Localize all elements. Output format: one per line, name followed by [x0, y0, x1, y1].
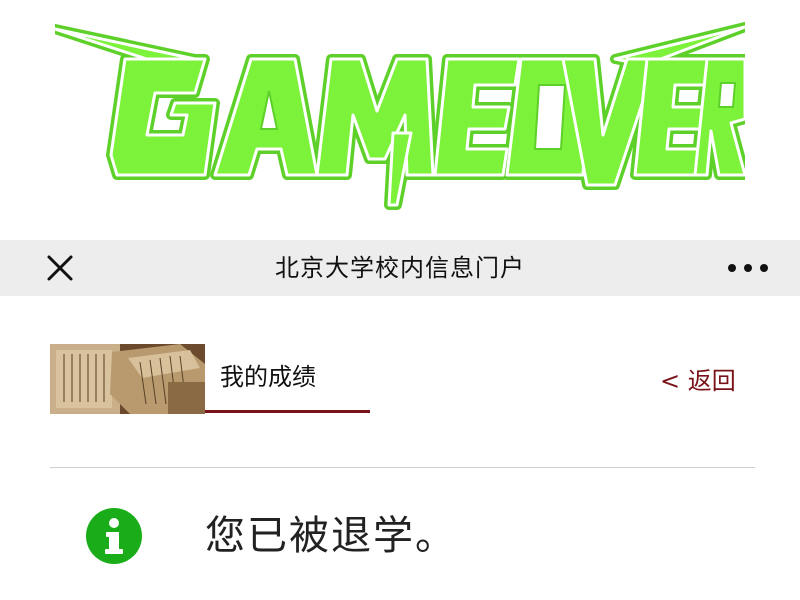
info-icon: [86, 508, 142, 564]
section-title-underline: [205, 410, 370, 413]
game-over-logo: [55, 15, 745, 210]
title-bar: 北京大学校内信息门户: [0, 240, 800, 296]
divider: [50, 467, 755, 468]
more-horizontal-icon[interactable]: [720, 252, 776, 284]
page-title: 北京大学校内信息门户: [275, 254, 525, 282]
section-title: 我的成绩: [220, 363, 316, 391]
back-link[interactable]: < 返回: [660, 364, 736, 398]
status-message: 您已被退学。: [205, 513, 457, 559]
ancient-books-image: [50, 344, 205, 414]
